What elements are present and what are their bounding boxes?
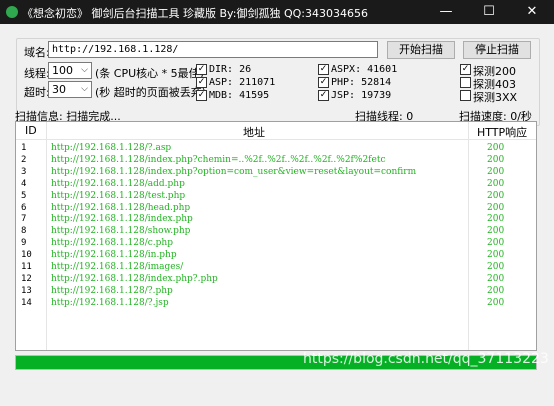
jsp-checkbox[interactable]: ✓ <box>318 90 329 101</box>
row-url: http://192.168.1.128/images/ <box>51 262 184 272</box>
maximize-button[interactable]: ☐ <box>467 0 511 24</box>
row-url: http://192.168.1.128/c.php <box>51 238 173 249</box>
probe-403-checkbox[interactable] <box>460 77 471 88</box>
domain-input[interactable]: http://192.168.1.128/ <box>48 41 378 58</box>
timeout-hint: (秒 超时的页面被丢弃) <box>95 86 207 99</box>
watermark-text: https://blog.csdn.net/qq_37113223 <box>303 351 549 367</box>
row-id: 12 <box>21 273 32 284</box>
asp-checkbox[interactable]: ✓ <box>196 77 207 88</box>
row-id: 4 <box>21 178 27 189</box>
row-id: 3 <box>21 166 27 177</box>
table-row[interactable]: 12 http://192.168.1.128/index.php?.php 200 <box>16 273 536 285</box>
aspx-label: ASPX: 41601 <box>331 64 398 75</box>
dir-checkbox[interactable]: ✓ <box>196 64 207 75</box>
php-label: PHP: 52814 <box>331 77 392 88</box>
row-url: http://192.168.1.128/add.php <box>51 178 185 189</box>
probe-3xx-label: 探测3XX <box>473 91 518 104</box>
minimize-button[interactable]: — <box>424 0 468 24</box>
row-id: 10 <box>21 250 32 261</box>
window-title: 《想念初恋》 御剑后台扫描工具 珍藏版 By:御剑孤独 QQ:343034656 <box>22 7 368 20</box>
table-row[interactable]: 13 http://192.168.1.128/?.php 200 <box>16 285 536 297</box>
row-http-code: 200 <box>487 166 505 177</box>
row-http-code: 200 <box>487 214 505 225</box>
table-header: ID 地址 HTTP响应 <box>16 122 536 140</box>
aspx-checkbox[interactable]: ✓ <box>318 64 329 75</box>
header-id[interactable]: ID <box>25 124 37 137</box>
php-checkbox[interactable]: ✓ <box>318 77 329 88</box>
row-url: http://192.168.1.128/show.php <box>51 226 191 237</box>
table-row[interactable]: 11 http://192.168.1.128/images/200 <box>16 261 536 273</box>
row-id: 13 <box>21 285 32 296</box>
threads-label: 线程: <box>24 67 50 80</box>
dir-label: DIR: 26 <box>209 64 252 75</box>
row-id: 7 <box>21 214 27 225</box>
row-id: 14 <box>21 297 32 308</box>
row-url: http://192.168.1.128/index.php <box>51 214 193 225</box>
row-url: http://192.168.1.128/test.php <box>51 190 186 201</box>
table-row[interactable]: 5 http://192.168.1.128/test.php 200 <box>16 190 536 202</box>
chevron-down-icon: ⌵ <box>81 84 88 94</box>
row-http-code: 200 <box>487 143 505 153</box>
table-row[interactable]: 14 http://192.168.1.128/?.jsp 200 <box>16 297 536 309</box>
asp-label: ASP: 211071 <box>209 77 276 88</box>
row-http-code: 200 <box>487 250 505 261</box>
row-url: http://192.168.1.128/index.php?chemin=..… <box>51 154 386 165</box>
stop-scan-button[interactable]: 停止扫描 <box>463 41 531 59</box>
row-id: 6 <box>21 202 27 213</box>
app-icon <box>6 6 18 18</box>
window-client: 域名: http://192.168.1.128/ 开始扫描 停止扫描 线程: … <box>0 24 554 406</box>
jsp-label: JSP: 19739 <box>331 90 392 101</box>
row-http-code: 200 <box>487 262 505 272</box>
row-id: 2 <box>21 154 27 165</box>
row-id: 11 <box>21 262 32 272</box>
row-http-code: 200 <box>487 273 505 284</box>
header-http[interactable]: HTTP响应 <box>477 124 527 140</box>
row-url: http://192.168.1.128/?.asp <box>51 143 172 153</box>
mdb-label: MDB: 41595 <box>209 90 270 101</box>
row-url: http://192.168.1.128/head.php <box>51 202 191 213</box>
results-table: ID 地址 HTTP响应 1 http://192.168.1.128/?.asp… <box>15 121 537 351</box>
threads-hint: (条 CPU核心 * 5最佳) <box>95 67 204 80</box>
timeout-label: 超时: <box>24 86 50 99</box>
close-button[interactable]: ✕ <box>510 0 554 24</box>
row-url: http://192.168.1.128/in.php <box>51 250 177 261</box>
mdb-checkbox[interactable]: ✓ <box>196 90 207 101</box>
table-row[interactable]: 10 http://192.168.1.128/in.php 200 <box>16 249 536 261</box>
table-row[interactable]: 6 http://192.168.1.128/head.php 200 <box>16 202 536 214</box>
table-row[interactable]: 1 http://192.168.1.128/?.asp 200 <box>16 142 536 154</box>
row-id: 1 <box>21 143 27 153</box>
threads-value: 100 <box>52 64 73 77</box>
timeout-select[interactable]: 30 ⌵ <box>48 81 92 98</box>
row-http-code: 200 <box>487 285 505 296</box>
title-bar: 《想念初恋》 御剑后台扫描工具 珍藏版 By:御剑孤独 QQ:343034656… <box>0 0 554 24</box>
row-url: http://192.168.1.128/?.php <box>51 285 173 296</box>
row-http-code: 200 <box>487 238 505 249</box>
row-http-code: 200 <box>487 202 505 213</box>
table-row[interactable]: 7 http://192.168.1.128/index.php 200 <box>16 213 536 225</box>
row-http-code: 200 <box>487 178 505 189</box>
domain-label: 域名: <box>24 46 50 59</box>
probe-200-checkbox[interactable]: ✓ <box>460 64 471 75</box>
table-row[interactable]: 8 http://192.168.1.128/show.php 200 <box>16 225 536 237</box>
chevron-down-icon: ⌵ <box>81 65 88 75</box>
timeout-value: 30 <box>52 83 66 96</box>
threads-select[interactable]: 100 ⌵ <box>48 62 92 79</box>
row-http-code: 200 <box>487 154 505 165</box>
row-url: http://192.168.1.128/index.php?.php <box>51 273 218 284</box>
table-row[interactable]: 9 http://192.168.1.128/c.php 200 <box>16 237 536 249</box>
start-scan-button[interactable]: 开始扫描 <box>387 41 455 59</box>
table-row[interactable]: 4 http://192.168.1.128/add.php 200 <box>16 178 536 190</box>
row-url: http://192.168.1.128/index.php?option=co… <box>51 166 417 177</box>
row-id: 9 <box>21 238 27 249</box>
row-id: 5 <box>21 190 27 201</box>
row-http-code: 200 <box>487 190 505 201</box>
row-id: 8 <box>21 226 27 237</box>
probe-3xx-checkbox[interactable] <box>460 90 471 101</box>
row-http-code: 200 <box>487 297 505 308</box>
row-url: http://192.168.1.128/?.jsp <box>51 297 169 308</box>
header-url[interactable]: 地址 <box>243 124 265 140</box>
row-http-code: 200 <box>487 226 505 237</box>
table-row[interactable]: 3 http://192.168.1.128/index.php?option=c… <box>16 166 536 178</box>
table-row[interactable]: 2 http://192.168.1.128/index.php?chemin=.… <box>16 154 536 166</box>
